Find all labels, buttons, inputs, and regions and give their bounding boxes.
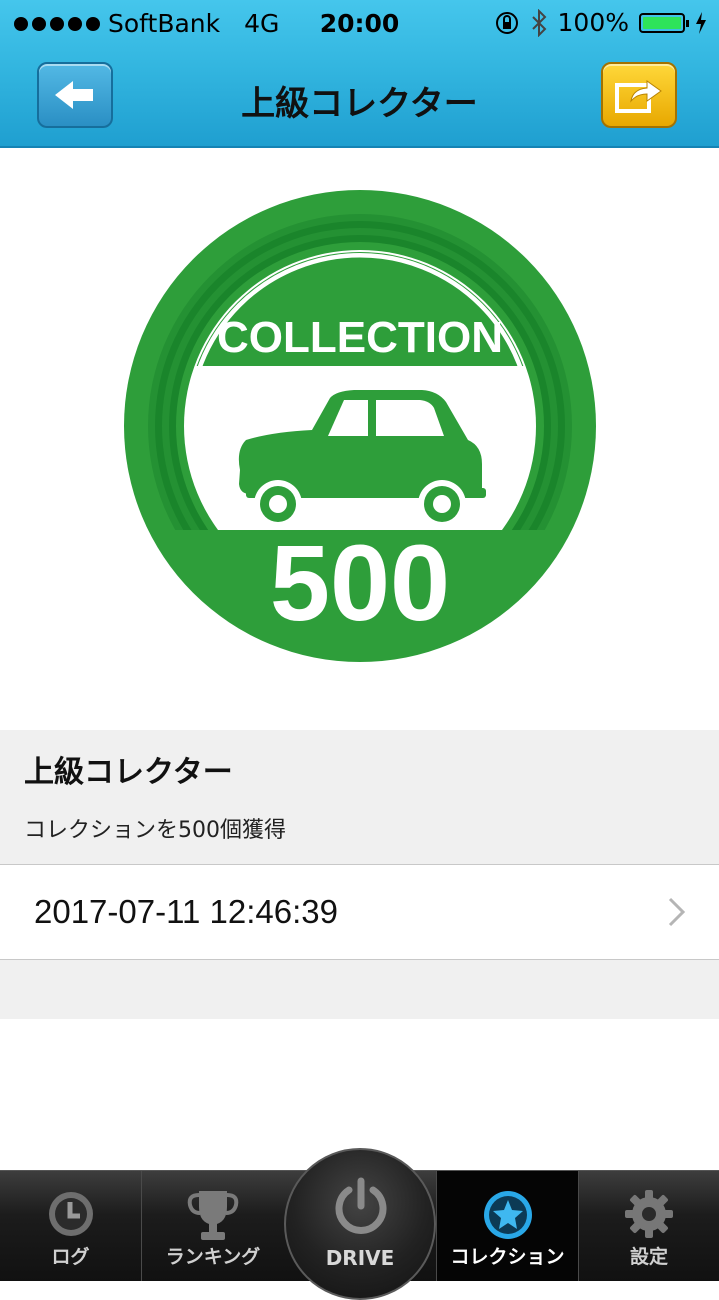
power-icon xyxy=(335,1177,387,1234)
chevron-right-icon xyxy=(668,897,686,927)
tab-settings-label: 設定 xyxy=(629,1246,668,1268)
collection-badge: COLLECTION 500 xyxy=(122,188,598,664)
trophy-icon xyxy=(187,1191,239,1240)
charging-icon xyxy=(696,11,706,34)
navigation-bar: 上級コレクター xyxy=(0,48,719,146)
badge-top-text: COLLECTION xyxy=(217,313,503,362)
battery-percent: 100% xyxy=(557,8,629,37)
collection-detail: 上級コレクター コレクションを500個獲得 xyxy=(0,730,719,865)
tab-log-label: ログ xyxy=(51,1246,90,1268)
tab-collection[interactable]: コレクション xyxy=(437,1171,578,1281)
app-header: SoftBank 4G 20:00 100% 上級コレクター xyxy=(0,0,719,148)
tab-log[interactable]: ログ xyxy=(0,1171,141,1281)
collection-description: コレクションを500個獲得 xyxy=(24,818,286,843)
tab-ranking-label: ランキング xyxy=(165,1246,261,1268)
clock-icon xyxy=(48,1192,93,1236)
acquired-date-row[interactable]: 2017-07-11 12:46:39 xyxy=(0,865,719,960)
tab-ranking[interactable]: ランキング xyxy=(142,1171,284,1281)
tab-collection-label: コレクション xyxy=(450,1246,565,1268)
drive-label: DRIVE xyxy=(325,1246,395,1270)
rotation-lock-icon xyxy=(495,11,518,34)
battery-icon xyxy=(639,12,689,33)
acquired-date: 2017-07-11 12:46:39 xyxy=(34,893,338,930)
star-icon xyxy=(483,1191,532,1239)
gear-icon xyxy=(625,1190,673,1238)
bluetooth-icon xyxy=(531,8,546,37)
drive-button[interactable] xyxy=(284,1148,436,1300)
tab-settings[interactable]: 設定 xyxy=(579,1171,719,1281)
badge-number: 500 xyxy=(270,522,450,643)
status-bar: SoftBank 4G 20:00 100% xyxy=(0,0,719,48)
collection-title: 上級コレクター xyxy=(24,755,233,790)
section-footer xyxy=(0,960,719,1019)
share-button[interactable] xyxy=(601,62,677,128)
badge-graphic: COLLECTION 500 xyxy=(124,190,596,662)
share-icon xyxy=(615,80,662,113)
